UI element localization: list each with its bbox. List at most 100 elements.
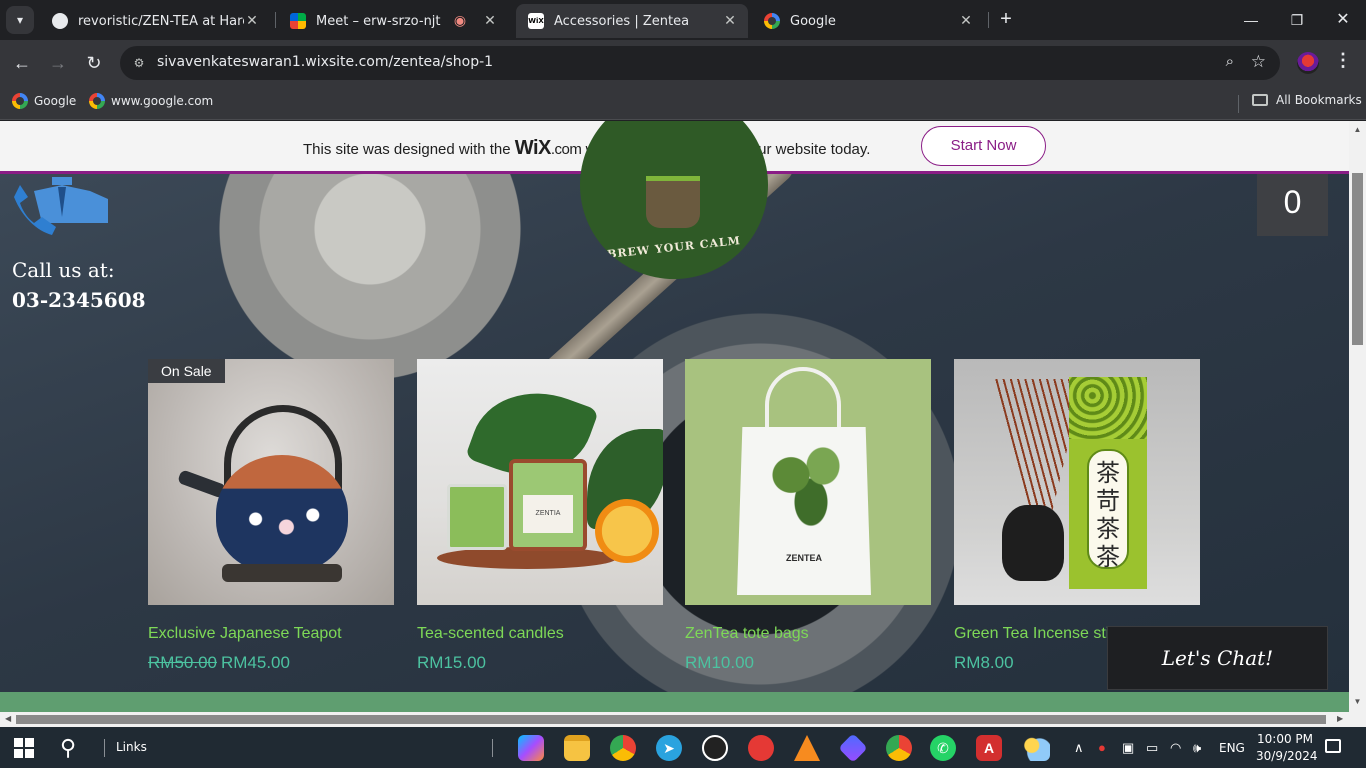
search-icon[interactable]: ⚲: [60, 735, 76, 761]
bookmark-star-icon[interactable]: ☆: [1251, 52, 1266, 72]
telegram-icon[interactable]: ➤: [656, 735, 682, 761]
url-text[interactable]: sivavenkateswaran1.wixsite.com/zentea/sh…: [157, 54, 493, 70]
google-meet-icon: [290, 13, 306, 29]
bookmark-google[interactable]: Google: [12, 93, 76, 109]
scroll-up-icon[interactable]: ▲: [1349, 125, 1366, 134]
volume-icon[interactable]: 🕪: [1193, 740, 1201, 756]
clock-date[interactable]: 30/9/2024: [1256, 749, 1318, 763]
tab-divider: [988, 12, 989, 28]
show-hidden-icons[interactable]: ∧: [1074, 740, 1084, 756]
tab-google[interactable]: Google ✕: [752, 4, 984, 38]
product-image-tote-bag[interactable]: ZENTEA: [685, 359, 931, 605]
all-bookmarks-button[interactable]: All Bookmarks: [1252, 93, 1362, 107]
github-icon: [52, 13, 68, 29]
product-image-candles[interactable]: [417, 359, 663, 605]
teapot-body: [216, 455, 348, 573]
whatsapp-icon[interactable]: ✆: [930, 735, 956, 761]
recording-icon: ◉: [453, 13, 467, 29]
scrollbar-thumb[interactable]: [1352, 173, 1363, 345]
app-icon[interactable]: [748, 735, 774, 761]
box-print-text: 茶 苛 茶 茶: [1087, 449, 1129, 571]
leaf-print: [767, 439, 847, 529]
close-icon[interactable]: ✕: [722, 13, 738, 29]
reload-button[interactable]: ↻: [80, 49, 108, 77]
profile-avatar[interactable]: [1297, 52, 1319, 74]
chrome-icon[interactable]: [610, 735, 636, 761]
horizontal-scrollbar[interactable]: ◀ ▶: [0, 712, 1366, 727]
back-button[interactable]: ←: [8, 49, 36, 77]
tab-meet[interactable]: Meet – erw-srzo-njt ◉ ✕: [278, 4, 508, 38]
windows-start-icon[interactable]: [14, 738, 34, 758]
phone-number[interactable]: 03-2345608: [12, 288, 146, 312]
bookmark-label: Google: [34, 94, 77, 108]
vertical-scrollbar[interactable]: ▲ ▼: [1349, 121, 1366, 712]
product-name[interactable]: ZenTea tote bags: [685, 625, 931, 643]
product-name[interactable]: Exclusive Japanese Teapot: [148, 625, 394, 643]
lets-chat-button[interactable]: Let's Chat!: [1107, 626, 1328, 690]
taskbar-divider: [492, 739, 493, 757]
new-tab-button[interactable]: +: [994, 8, 1018, 32]
vlc-icon[interactable]: [794, 735, 820, 761]
bookmark-google-www[interactable]: www.google.com: [89, 93, 213, 109]
product-card[interactable]: ZENTEA ZenTea tote bags RM10.00: [685, 359, 931, 673]
tab-github[interactable]: revoristic/ZEN-TEA at Harein ✕: [40, 4, 270, 38]
browser-menu-icon[interactable]: ⋮: [1334, 50, 1352, 71]
links-toolbar[interactable]: Links: [116, 740, 147, 754]
forward-button[interactable]: →: [44, 49, 72, 77]
file-explorer-icon[interactable]: [564, 735, 590, 761]
product-card[interactable]: On Sale Exclusive Japanese Teapot RM50.0…: [148, 359, 394, 673]
tab-strip: ▾ revoristic/ZEN-TEA at Harein ✕ Meet – …: [0, 0, 1366, 40]
minimize-button[interactable]: —: [1228, 0, 1274, 40]
taskbar-divider: [104, 739, 105, 757]
close-icon[interactable]: ✕: [482, 13, 498, 29]
bookmarks-bar: Google www.google.com All Bookmarks: [0, 86, 1366, 120]
windows-taskbar: ⚲ Links ➤ ✆ A ∧ ● ▣ ▭ ◠ 🕪 ENG 10:00 PM 3…: [0, 727, 1366, 768]
tab-search-button[interactable]: ▾: [6, 6, 34, 34]
wifi-icon[interactable]: ◠: [1170, 740, 1181, 756]
acrobat-icon[interactable]: A: [976, 735, 1002, 761]
product-image-teapot[interactable]: On Sale: [148, 359, 394, 605]
start-now-button[interactable]: Start Now: [921, 126, 1046, 166]
close-icon[interactable]: ✕: [958, 13, 974, 29]
restore-button[interactable]: ❐: [1274, 0, 1320, 40]
address-bar[interactable]: ⚙ sivavenkateswaran1.wixsite.com/zentea/…: [120, 46, 1280, 80]
product-name[interactable]: Tea-scented candles: [417, 625, 663, 643]
copilot-icon[interactable]: [518, 735, 544, 761]
weather-icon[interactable]: [1024, 735, 1050, 761]
zoom-icon[interactable]: ⌕: [1226, 53, 1234, 70]
product-price: RM15.00: [417, 653, 486, 672]
notifications-icon[interactable]: [1325, 739, 1341, 753]
battery-icon[interactable]: ▭: [1146, 740, 1158, 756]
tab-title: Meet – erw-srzo-njt: [316, 13, 441, 29]
incense-pot: [1002, 505, 1064, 581]
product-card[interactable]: Tea-scented candles RM15.00: [417, 359, 663, 673]
clock-time[interactable]: 10:00 PM: [1257, 732, 1313, 746]
google-icon: [89, 93, 105, 109]
scroll-right-icon[interactable]: ▶: [1337, 714, 1343, 723]
tea-cup-icon: [646, 176, 700, 228]
site-info-icon[interactable]: ⚙: [130, 54, 148, 72]
scroll-left-icon[interactable]: ◀: [5, 714, 11, 723]
tab-zentea[interactable]: WiX Accessories | Zentea ✕: [516, 4, 748, 38]
meet-tray-icon[interactable]: ▣: [1122, 740, 1134, 756]
wix-brand-suffix: .com: [550, 141, 582, 158]
page-viewport: This site was designed with the WiX.com …: [0, 121, 1349, 712]
sale-badge: On Sale: [148, 359, 225, 383]
customer-service-icon: [14, 177, 108, 235]
close-window-button[interactable]: ✕: [1320, 0, 1366, 40]
original-price: RM50.00: [148, 653, 217, 672]
app-icon-2[interactable]: [838, 733, 868, 763]
chrome-profile-icon[interactable]: [880, 727, 918, 767]
cart-button[interactable]: 0: [1257, 174, 1328, 236]
obs-icon[interactable]: [702, 735, 728, 761]
teapot-base: [222, 564, 342, 582]
scrollbar-thumb[interactable]: [16, 715, 1326, 724]
record-tray-icon[interactable]: ●: [1098, 740, 1106, 755]
language-indicator[interactable]: ENG: [1219, 741, 1245, 755]
sale-price: RM45.00: [220, 653, 290, 672]
tab-title: Accessories | Zentea: [554, 13, 690, 29]
product-image-incense[interactable]: 茶 苛 茶 茶: [954, 359, 1200, 605]
close-icon[interactable]: ✕: [244, 13, 260, 29]
scroll-down-icon[interactable]: ▼: [1349, 697, 1366, 706]
wix-brand: WiX: [514, 137, 552, 159]
